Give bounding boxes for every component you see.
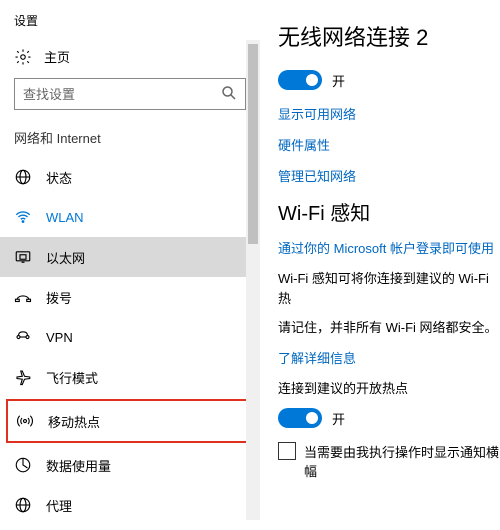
wifi-sense-title: Wi-Fi 感知 <box>278 197 500 226</box>
sidebar-item-status[interactable]: 状态 <box>0 157 260 197</box>
sidebar-item-hotspot[interactable]: 移动热点 <box>8 401 252 441</box>
sidebar-item-label: 代理 <box>46 496 72 515</box>
link-learn-more[interactable]: 了解详细信息 <box>278 348 500 367</box>
open-hotspot-label: 连接到建议的开放热点 <box>278 379 500 399</box>
hotspot-icon <box>16 412 34 430</box>
sense-desc-2: 请记住，并非所有 Wi-Fi 网络都安全。 <box>278 318 500 338</box>
sidebar-item-label: 数据使用量 <box>46 456 111 475</box>
gear-icon <box>14 48 32 66</box>
notify-checkbox[interactable] <box>278 442 296 460</box>
sidebar-item-label: 拨号 <box>46 288 72 307</box>
scrollbar-thumb[interactable] <box>248 44 258 244</box>
search-icon <box>220 84 238 102</box>
home-button[interactable]: 主页 <box>0 39 260 78</box>
sidebar-item-vpn[interactable]: VPN <box>0 317 260 357</box>
sidebar-item-wlan[interactable]: WLAN <box>0 197 260 237</box>
sidebar-item-datausage[interactable]: 数据使用量 <box>0 445 260 485</box>
home-label: 主页 <box>44 47 70 66</box>
sidebar-item-ethernet[interactable]: 以太网 <box>0 237 260 277</box>
link-manage-known[interactable]: 管理已知网络 <box>278 166 500 185</box>
app-title: 设置 <box>0 8 260 39</box>
sidebar-item-label: 移动热点 <box>48 412 100 431</box>
notify-checkbox-row: 当需要由我执行操作时显示通知横幅 <box>278 442 500 480</box>
open-hotspot-toggle-label: 开 <box>332 409 345 428</box>
airplane-icon <box>14 368 32 386</box>
datausage-icon <box>14 456 32 474</box>
ethernet-icon <box>14 248 32 266</box>
open-hotspot-toggle[interactable] <box>278 408 322 428</box>
dialup-icon <box>14 288 32 306</box>
sense-desc-1: Wi-Fi 感知可将你连接到建议的 Wi-Fi 热 <box>278 269 500 308</box>
link-ms-login[interactable]: 通过你的 Microsoft 帐户登录即可使用 <box>278 238 500 257</box>
sidebar-item-proxy[interactable]: 代理 <box>0 485 260 525</box>
wifi-icon <box>14 208 32 226</box>
search-input[interactable] <box>14 78 246 110</box>
nav-list-cont: 数据使用量 代理 <box>0 445 260 525</box>
sidebar-item-label: 以太网 <box>46 248 85 267</box>
wifi-toggle[interactable] <box>278 70 322 90</box>
sidebar-item-label: VPN <box>46 330 73 345</box>
open-hotspot-toggle-row: 开 <box>278 408 500 428</box>
wifi-toggle-label: 开 <box>332 71 345 90</box>
link-hardware-props[interactable]: 硬件属性 <box>278 135 500 154</box>
vpn-icon <box>14 328 32 346</box>
sidebar: 设置 主页 网络和 Internet 状态 WLAN 以太网 拨号 <box>0 0 260 530</box>
sidebar-item-dialup[interactable]: 拨号 <box>0 277 260 317</box>
section-label: 网络和 Internet <box>0 124 260 157</box>
proxy-icon <box>14 496 32 514</box>
globe-icon <box>14 168 32 186</box>
sidebar-item-label: 飞行模式 <box>46 368 98 387</box>
main-panel: 无线网络连接 2 开 显示可用网络 硬件属性 管理已知网络 Wi-Fi 感知 通… <box>260 0 500 530</box>
notify-checkbox-label: 当需要由我执行操作时显示通知横幅 <box>304 442 500 480</box>
highlight-box: 移动热点 <box>6 399 254 443</box>
sidebar-item-airplane[interactable]: 飞行模式 <box>0 357 260 397</box>
link-show-networks[interactable]: 显示可用网络 <box>278 104 500 123</box>
sidebar-item-label: WLAN <box>46 210 84 225</box>
page-title: 无线网络连接 2 <box>278 20 500 52</box>
nav-list: 状态 WLAN 以太网 拨号 VPN 飞行模式 <box>0 157 260 397</box>
sidebar-item-label: 状态 <box>46 168 72 187</box>
wifi-toggle-row: 开 <box>278 70 500 90</box>
search-wrap <box>14 78 246 110</box>
